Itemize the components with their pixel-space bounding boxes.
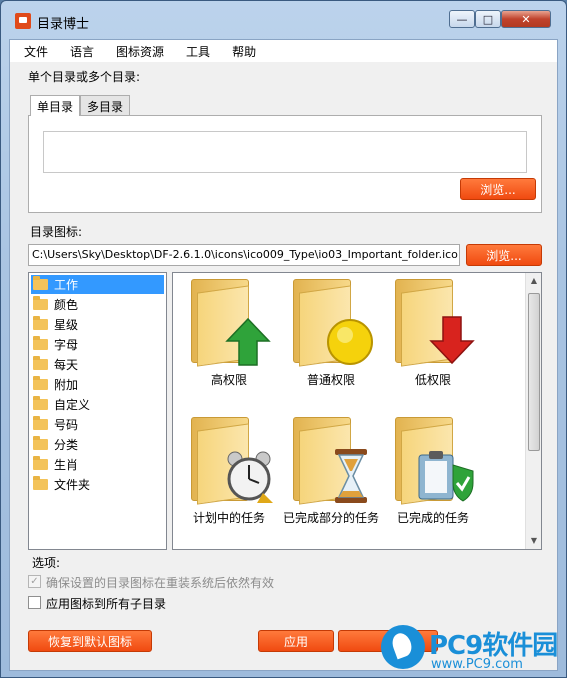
ensure-valid-label: 确保设置的目录图标在重装系统后依然有效 bbox=[46, 576, 275, 590]
red-down-arrow-icon bbox=[429, 316, 475, 365]
icon-tile-partial-task[interactable]: 已完成部分的任务 bbox=[281, 413, 381, 543]
menu-file[interactable]: 文件 bbox=[10, 40, 56, 62]
folder-icon bbox=[33, 396, 48, 410]
tree-item-custom[interactable]: 自定义 bbox=[31, 395, 164, 414]
apply-subdirs-label: 应用图标到所有子目录 bbox=[46, 597, 167, 611]
minimize-button[interactable]: — bbox=[449, 10, 475, 28]
client-area: 文件 语言 图标资源 工具 帮助 单个目录或多个目录: 单目录 多目录 浏览..… bbox=[9, 39, 558, 671]
watermark-logo: PC9软件园 www.PC9.com bbox=[377, 623, 567, 678]
folder-icon bbox=[33, 276, 48, 290]
icon-tile-completed-task[interactable]: 已完成的任务 bbox=[383, 413, 483, 543]
menu-help[interactable]: 帮助 bbox=[218, 40, 264, 62]
ensure-valid-checkbox[interactable]: ✓ bbox=[28, 575, 41, 588]
icon-tile-label: 已完成的任务 bbox=[396, 511, 469, 525]
tree-item-category[interactable]: 分类 bbox=[31, 435, 164, 454]
icon-tile-high-permission[interactable]: 高权限 bbox=[179, 275, 279, 405]
category-tree: 工作 颜色 星级 字母 每天 附加 自定义 号码 分类 生肖 文件夹 bbox=[28, 272, 167, 550]
title-bar[interactable]: 目录博士 — □ ✕ bbox=[1, 1, 566, 39]
maximize-button[interactable]: □ bbox=[475, 10, 501, 28]
folder-icon bbox=[33, 336, 48, 350]
folder-icon bbox=[33, 356, 48, 370]
yellow-circle-icon bbox=[327, 319, 373, 365]
tree-item-color[interactable]: 颜色 bbox=[31, 295, 164, 314]
tab-panel: 浏览... bbox=[28, 115, 542, 213]
icon-tile-label: 计划中的任务 bbox=[192, 511, 265, 525]
tree-item-extra[interactable]: 附加 bbox=[31, 375, 164, 394]
options-label: 选项: bbox=[32, 556, 61, 570]
brand-logo-icon bbox=[381, 625, 425, 669]
folder-icon bbox=[33, 296, 48, 310]
tree-item-daily[interactable]: 每天 bbox=[31, 355, 164, 374]
window-title: 目录博士 bbox=[37, 17, 90, 32]
scroll-down-icon[interactable]: ▼ bbox=[529, 536, 539, 546]
hourglass-icon bbox=[335, 449, 367, 503]
tree-item-folder[interactable]: 文件夹 bbox=[31, 475, 164, 494]
tree-item-letter[interactable]: 字母 bbox=[31, 335, 164, 354]
clipboard-check-icon bbox=[418, 451, 474, 502]
directory-section-label: 单个目录或多个目录: bbox=[28, 70, 141, 84]
icon-tile-low-permission[interactable]: 低权限 bbox=[383, 275, 483, 405]
icon-section-label: 目录图标: bbox=[30, 225, 83, 239]
icon-tile-label: 高权限 bbox=[210, 373, 247, 387]
directory-input[interactable] bbox=[43, 131, 527, 173]
menu-language[interactable]: 语言 bbox=[56, 40, 102, 62]
tab-multi-directory[interactable]: 多目录 bbox=[80, 95, 131, 115]
menu-tools[interactable]: 工具 bbox=[172, 40, 218, 62]
watermark-url: www.PC9.com bbox=[431, 657, 523, 672]
icon-tile-planned-task[interactable]: 计划中的任务 bbox=[179, 413, 279, 543]
icon-grid: 高权限 普通权限 低权限 计划中的任务 已完成部分的任务 已完成的任务 ▲ ▼ bbox=[172, 272, 542, 550]
tab-single-directory[interactable]: 单目录 bbox=[30, 95, 81, 116]
close-button[interactable]: ✕ bbox=[501, 10, 551, 28]
icon-path-input[interactable]: C:\Users\Sky\Desktop\DF-2.6.1.0\icons\ic… bbox=[28, 244, 460, 266]
icon-grid-scrollbar[interactable]: ▲ ▼ bbox=[525, 273, 541, 549]
apply-button[interactable]: 应用 bbox=[258, 630, 334, 652]
icon-tile-label: 已完成部分的任务 bbox=[282, 511, 379, 525]
icon-tile-normal-permission[interactable]: 普通权限 bbox=[281, 275, 381, 405]
scroll-up-icon[interactable]: ▲ bbox=[529, 276, 539, 286]
directory-tabs: 单目录 多目录 bbox=[30, 95, 131, 116]
tree-item-work[interactable]: 工作 bbox=[31, 275, 164, 294]
folder-icon bbox=[33, 436, 48, 450]
restore-default-button[interactable]: 恢复到默认图标 bbox=[28, 630, 152, 652]
menu-icon-resources[interactable]: 图标资源 bbox=[102, 40, 172, 62]
green-up-arrow-icon bbox=[225, 317, 271, 366]
browse-directory-button[interactable]: 浏览... bbox=[460, 178, 536, 200]
scroll-thumb[interactable] bbox=[528, 293, 540, 451]
alarm-clock-icon bbox=[227, 451, 273, 503]
tree-item-number[interactable]: 号码 bbox=[31, 415, 164, 434]
folder-icon bbox=[33, 376, 48, 390]
menu-bar: 文件 语言 图标资源 工具 帮助 bbox=[10, 40, 557, 62]
folder-icon bbox=[33, 476, 48, 490]
icon-tile-label: 低权限 bbox=[414, 373, 451, 387]
folder-icon bbox=[33, 416, 48, 430]
icon-tile-label: 普通权限 bbox=[306, 373, 355, 387]
main-window: 目录博士 — □ ✕ 文件 语言 图标资源 工具 帮助 单个目录或多个目录: 单… bbox=[0, 0, 567, 678]
folder-icon bbox=[33, 316, 48, 330]
tree-item-star[interactable]: 星级 bbox=[31, 315, 164, 334]
app-icon bbox=[15, 13, 31, 29]
browse-icon-button[interactable]: 浏览... bbox=[466, 244, 542, 266]
apply-subdirs-checkbox[interactable] bbox=[28, 596, 41, 609]
tree-item-zodiac[interactable]: 生肖 bbox=[31, 455, 164, 474]
folder-icon bbox=[33, 456, 48, 470]
